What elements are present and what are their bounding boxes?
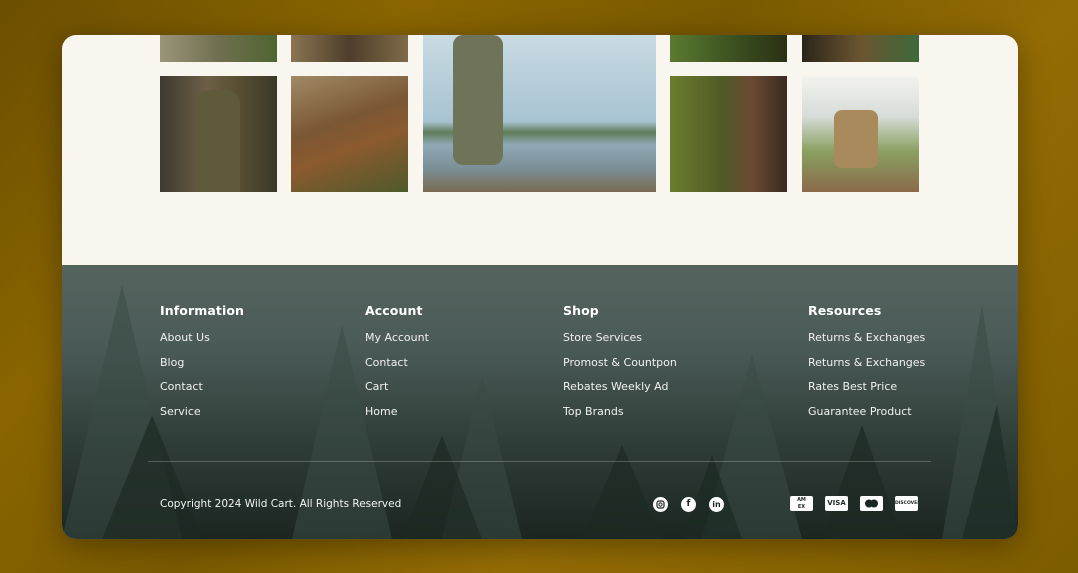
link-contact[interactable]: Contact [160, 380, 244, 405]
copyright-text: Copyright 2024 Wild Cart. All Rights Res… [160, 498, 402, 510]
footer-column-account: Account My Account Contact Cart Home [365, 303, 429, 429]
linkedin-icon[interactable]: in [709, 497, 724, 512]
hunter-photo[interactable] [160, 76, 277, 192]
link-promos[interactable]: Promost & Countpon [563, 356, 677, 381]
boots-photo-top[interactable] [291, 35, 408, 62]
page-card: Information About Us Blog Contact Servic… [62, 35, 1018, 539]
facebook-icon[interactable]: f [681, 497, 696, 512]
link-service[interactable]: Service [160, 405, 244, 430]
discover-icon: DISCOVER [895, 496, 918, 511]
column-title: Shop [563, 303, 599, 318]
link-home[interactable]: Home [365, 405, 429, 430]
footer-divider [148, 461, 931, 462]
hiking-boots-photo[interactable] [291, 76, 408, 192]
footer-column-shop: Shop Store Services Promost & Countpon R… [563, 303, 677, 429]
link-my-account[interactable]: My Account [365, 331, 429, 356]
visa-icon: VISA [825, 496, 848, 511]
link-contact[interactable]: Contact [365, 356, 429, 381]
link-blog[interactable]: Blog [160, 356, 244, 381]
footer-column-information: Information About Us Blog Contact Servic… [160, 303, 244, 429]
link-about-us[interactable]: About Us [160, 331, 244, 356]
link-rates[interactable]: Rates Best Price [808, 380, 925, 405]
link-top-brands[interactable]: Top Brands [563, 405, 677, 430]
footer-column-resources: Resources Returns & Exchanges Returns & … [808, 303, 925, 429]
column-title: Information [160, 303, 245, 318]
link-returns[interactable]: Returns & Exchanges [808, 331, 925, 356]
column-title: Account [365, 303, 423, 318]
mastercard-icon [860, 496, 883, 511]
instagram-icon[interactable] [653, 497, 668, 512]
fisherman-photo[interactable] [423, 35, 656, 192]
column-title: Resources [808, 303, 882, 318]
link-store-services[interactable]: Store Services [563, 331, 677, 356]
link-cart[interactable]: Cart [365, 380, 429, 405]
backpack-photo[interactable] [802, 76, 919, 192]
moss-photo[interactable] [670, 35, 787, 62]
trail-photo[interactable] [160, 35, 277, 62]
link-rebates[interactable]: Rebates Weekly Ad [563, 380, 677, 405]
binoculars-photo[interactable] [670, 76, 787, 192]
link-guarantee[interactable]: Guarantee Product [808, 405, 925, 430]
link-returns-2[interactable]: Returns & Exchanges [808, 356, 925, 381]
gear-photo-top[interactable] [802, 35, 919, 62]
amex-icon: AM EX [790, 496, 813, 511]
footer: Information About Us Blog Contact Servic… [62, 265, 1018, 539]
